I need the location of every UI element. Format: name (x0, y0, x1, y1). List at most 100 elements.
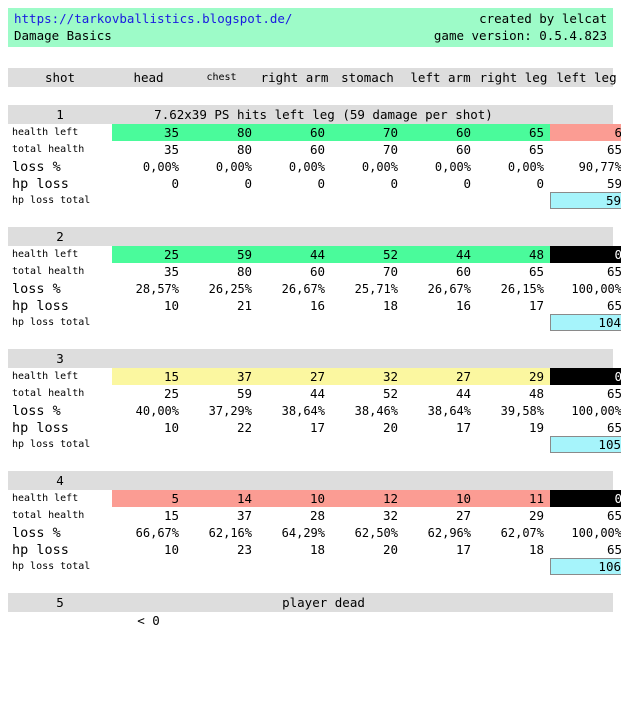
cell-value: 17 (528, 298, 544, 313)
cell-value: 0,00% (288, 159, 325, 174)
data-row-hp-loss: hp loss 10 23 18 20 17 18 65 (8, 541, 621, 558)
cell-value: 65 (606, 298, 621, 313)
cell-value: 32 (331, 368, 404, 385)
cell-value: 38,64% (427, 403, 471, 418)
data-row-hp-loss-total: hp loss total 106 (8, 558, 621, 575)
data-row-loss-pct: loss % 40,00% 37,29% 38,64% 38,46% 38,64% 39,5… (8, 402, 621, 419)
cell-value: 37,29% (208, 403, 252, 418)
data-row-health-left: health left 15 37 27 32 27 29 0 (8, 368, 621, 385)
cell-value: 15 (163, 508, 179, 523)
cell-value: 100,00% (571, 281, 621, 296)
cell-value: 10 (258, 490, 331, 507)
row-label: hp loss total (12, 195, 91, 206)
data-row-health-left: health left 5 14 10 12 10 11 0 (8, 490, 621, 507)
footer-title-bar: 5 player dead (8, 593, 613, 612)
cell-value: 10 (163, 542, 179, 557)
empty-cell (477, 558, 550, 575)
banner-row-top: https://tarkovballistics.blogspot.de/ cr… (14, 10, 607, 27)
shot-blocks-container: 1 7.62x39 PS hits left leg (59 damage per… (0, 105, 621, 593)
shot-title-bar: 3 (8, 349, 613, 368)
cell-value: 25 (163, 386, 179, 401)
cell-value: 80 (185, 124, 258, 141)
footer-status-text: player dead (282, 595, 365, 610)
cell-value: 60 (455, 142, 471, 157)
cell-value: 10 (163, 420, 179, 435)
empty-cell (258, 436, 331, 453)
cell-value: 62,07% (500, 525, 544, 540)
column-header-left-arm: left arm (410, 70, 471, 85)
cell-value: 52 (331, 246, 404, 263)
empty-cell (331, 192, 404, 209)
cell-value: 80 (236, 142, 252, 157)
data-row-total-health: total health 25 59 44 52 44 48 65 (8, 385, 621, 402)
cell-value: 23 (236, 542, 252, 557)
cell-value: 26,15% (500, 281, 544, 296)
empty-cell (404, 436, 477, 453)
hp-loss-total-value: 59 (550, 192, 621, 209)
empty-cell (404, 192, 477, 209)
cell-value: 0,00% (142, 159, 179, 174)
data-row-health-left: health left 35 80 60 70 60 65 6 (8, 124, 621, 141)
cell-value: 44 (404, 246, 477, 263)
cell-value: 40,00% (135, 403, 179, 418)
cell-value: 25 (112, 246, 185, 263)
cell-value: 28,57% (135, 281, 179, 296)
empty-cell (331, 436, 404, 453)
data-row-total-health: total health 35 80 60 70 60 65 65 (8, 263, 621, 280)
row-label: loss % (12, 402, 61, 419)
cell-value: 12 (331, 490, 404, 507)
cell-value: 65 (606, 386, 621, 401)
data-row-loss-pct: loss % 28,57% 26,25% 26,67% 25,71% 26,67% 26,1… (8, 280, 621, 297)
shot-block: 3 health left 15 37 27 32 27 29 0 total health 25 5… (8, 349, 621, 453)
row-label: hp loss (12, 541, 69, 558)
cell-value: 48 (528, 386, 544, 401)
cell-value: 0 (171, 176, 179, 191)
row-label: total health (12, 388, 85, 399)
cell-value: 80 (236, 264, 252, 279)
cell-value: 44 (309, 386, 325, 401)
cell-value: 28 (309, 508, 325, 523)
cell-value: 70 (331, 124, 404, 141)
cell-value: 59 (606, 176, 621, 191)
banner-row-bottom: Damage Basics game version: 0.5.4.823 (14, 27, 607, 44)
cell-value: 0 (244, 176, 252, 191)
row-label: hp loss total (12, 561, 91, 572)
shot-description: 7.62x39 PS hits left leg (59 damage per … (154, 107, 493, 122)
hp-loss-total-value: 105 (550, 436, 621, 453)
site-banner: https://tarkovballistics.blogspot.de/ cr… (8, 8, 613, 47)
cell-value: 62,16% (208, 525, 252, 540)
column-header-right-leg: right leg (479, 70, 548, 85)
cell-value: 17 (309, 420, 325, 435)
row-label: total health (12, 266, 85, 277)
data-row-total-health: total health 35 80 60 70 60 65 65 (8, 141, 621, 158)
shot-title-bar: 4 (8, 471, 613, 490)
row-label: hp loss (12, 175, 69, 192)
cell-value: 0 (550, 246, 621, 263)
column-header-stomach: stomach (341, 70, 394, 85)
cell-value: 25,71% (354, 281, 398, 296)
cell-value: 18 (382, 298, 398, 313)
cell-value: 11 (477, 490, 550, 507)
cell-value: 17 (455, 420, 471, 435)
empty-cell (185, 436, 258, 453)
cell-value: 14 (185, 490, 258, 507)
cell-value: 6 (550, 124, 621, 141)
cell-value: 48 (477, 246, 550, 263)
row-label: total health (12, 510, 85, 521)
cell-value: 39,58% (500, 403, 544, 418)
footer-shot-number: 5 (56, 595, 64, 610)
empty-cell (404, 558, 477, 575)
shot-block: 2 health left 25 59 44 52 44 48 0 total health 35 8… (8, 227, 621, 331)
empty-cell (258, 558, 331, 575)
cell-value: 27 (404, 368, 477, 385)
page-title: Damage Basics (14, 28, 112, 43)
cell-value: 19 (528, 420, 544, 435)
empty-cell (112, 558, 185, 575)
site-url-link[interactable]: https://tarkovballistics.blogspot.de/ (14, 10, 292, 27)
row-label: hp loss total (12, 317, 91, 328)
row-label: total health (12, 144, 85, 155)
cell-value: 10 (404, 490, 477, 507)
data-row-hp-loss-total: hp loss total 105 (8, 436, 621, 453)
